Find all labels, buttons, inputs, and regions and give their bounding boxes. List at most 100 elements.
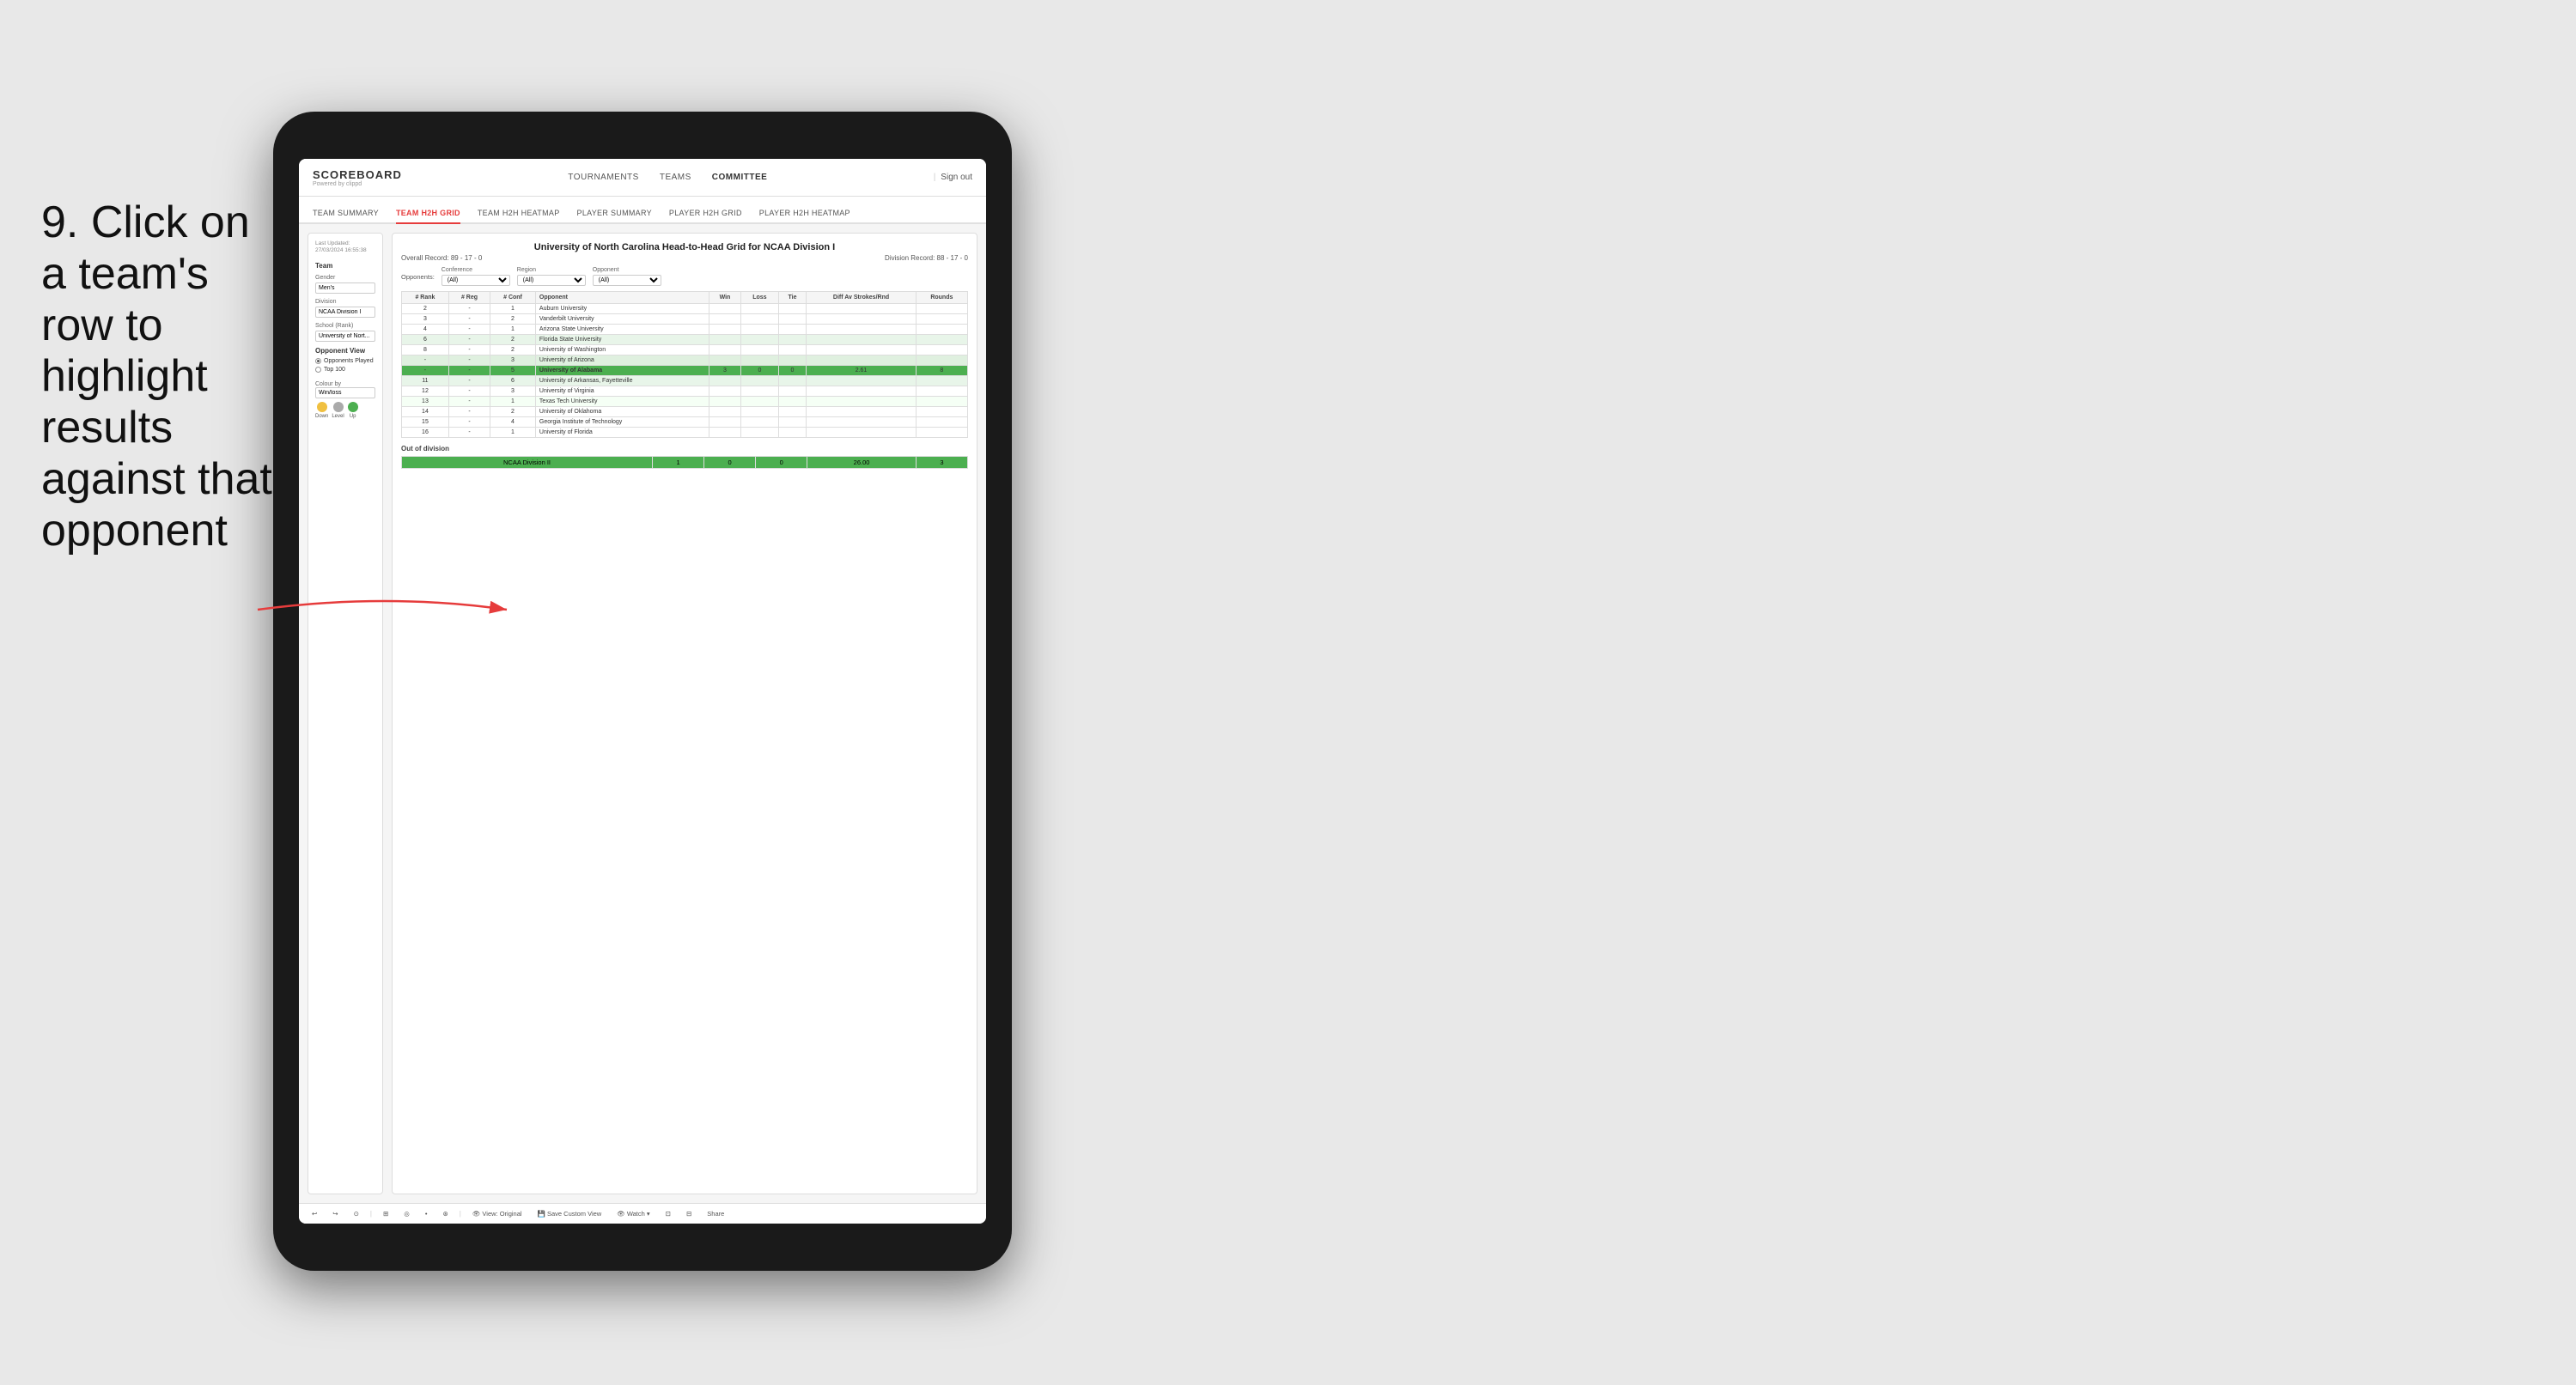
legend-level-label: Level — [332, 414, 344, 419]
overall-record: Overall Record: 89 - 17 - 0 — [401, 254, 482, 262]
clock-btn[interactable]: ⊛ — [438, 1207, 452, 1220]
out-of-division-section: Out of division NCAA Division II 1 0 0 2… — [401, 445, 968, 469]
legend-down: Down — [315, 402, 328, 419]
main-content: Last Updated: 27/03/2024 16:55:38 Team G… — [299, 224, 986, 1203]
legend-dots: Down Level Up — [315, 402, 375, 419]
nav-tournaments[interactable]: TOURNAMENTS — [568, 173, 639, 182]
watch-btn[interactable]: 👁 Watch ▾ — [612, 1207, 654, 1220]
division-record: Division Record: 88 - 17 - 0 — [885, 254, 968, 262]
colour-select[interactable]: Win/loss — [315, 387, 375, 398]
circle-btn[interactable]: ◎ — [399, 1207, 414, 1220]
opponent-view-section: Opponent View Opponents Played Top 100 — [315, 347, 375, 373]
save-custom-view-btn[interactable]: 💾 Save Custom View — [533, 1207, 606, 1220]
sidebar-gender-label: Gender — [315, 275, 375, 281]
logo-text: SCOREBOARD — [313, 168, 402, 181]
opponent-filter: Opponent (All) — [593, 267, 661, 286]
toolbar-sep1: | — [370, 1210, 372, 1218]
sub-nav: TEAM SUMMARY TEAM H2H GRID TEAM H2H HEAT… — [299, 197, 986, 224]
sign-out-link[interactable]: Sign out — [941, 173, 972, 182]
table-row[interactable]: 16 - 1 University of Florida — [402, 428, 968, 438]
col-win: Win — [709, 292, 740, 304]
tablet-frame: SCOREBOARD Powered by clippd TOURNAMENTS… — [273, 112, 1012, 1271]
subnav-player-summary[interactable]: PLAYER SUMMARY — [577, 209, 652, 224]
conference-filter: Conference (All) — [442, 267, 510, 286]
nav-committee[interactable]: COMMITTEE — [712, 173, 768, 182]
legend-up-label: Up — [350, 414, 356, 419]
reset-btn[interactable]: ⊙ — [350, 1207, 363, 1220]
subnav-player-h2h-heatmap[interactable]: PLAYER H2H HEATMAP — [759, 209, 850, 224]
table-row[interactable]: 3 - 2 Vanderbilt University — [402, 314, 968, 325]
col-opponent: Opponent — [535, 292, 709, 304]
table-row[interactable]: 15 - 4 Georgia Institute of Technology — [402, 417, 968, 428]
legend-down-label: Down — [315, 414, 328, 419]
table-row[interactable]: 4 - 1 Arizona State University — [402, 325, 968, 335]
sidebar-gender-select[interactable]: Men's — [315, 282, 375, 294]
col-rounds: Rounds — [916, 292, 967, 304]
table-row[interactable]: 12 - 3 University of Virginia — [402, 386, 968, 397]
table-row[interactable]: 2 - 1 Auburn University — [402, 304, 968, 314]
redo-btn[interactable]: ↪ — [328, 1207, 342, 1220]
table-row[interactable]: - - 3 University of Arizona — [402, 355, 968, 366]
share-btn[interactable]: Share — [703, 1207, 728, 1220]
ood-diff: 26.00 — [807, 457, 917, 469]
region-label: Region — [517, 267, 586, 273]
out-of-division-row[interactable]: NCAA Division II 1 0 0 26.00 3 — [402, 457, 968, 469]
sidebar-team-label: Team — [315, 262, 375, 270]
export-btn[interactable]: ⊟ — [682, 1207, 696, 1220]
sidebar-timestamp: Last Updated: 27/03/2024 16:55:38 — [315, 240, 375, 255]
grid-records: Overall Record: 89 - 17 - 0 Division Rec… — [401, 254, 968, 262]
opponents-label: Opponents: — [401, 273, 435, 281]
subnav-team-h2h-heatmap[interactable]: TEAM H2H HEATMAP — [478, 209, 560, 224]
dot-btn[interactable]: • — [421, 1207, 432, 1220]
radio-opponents-played[interactable]: Opponents Played — [315, 358, 375, 364]
region-select[interactable]: (All) — [517, 275, 586, 286]
radio-top100-label: Top 100 — [324, 367, 345, 373]
tablet-screen: SCOREBOARD Powered by clippd TOURNAMENTS… — [299, 159, 986, 1224]
sidebar-school-input[interactable] — [315, 331, 375, 342]
grid-btn[interactable]: ⊞ — [379, 1207, 393, 1220]
opponent-view-label: Opponent View — [315, 347, 375, 355]
legend-down-circle — [317, 402, 327, 412]
sidebar-division-field: Division NCAA Division I — [315, 299, 375, 318]
radio-opponents-played-dot — [315, 358, 321, 364]
sidebar-division-label: Division — [315, 299, 375, 305]
opponent-label: Opponent — [593, 267, 661, 273]
toolbar-sep2: | — [460, 1210, 461, 1218]
logo-area: SCOREBOARD Powered by clippd — [313, 168, 402, 187]
subnav-team-summary[interactable]: TEAM SUMMARY — [313, 209, 379, 224]
out-of-division-label: Out of division — [401, 445, 968, 453]
ood-loss: 0 — [704, 457, 756, 469]
table-row[interactable]: 6 - 2 Florida State University — [402, 335, 968, 345]
opponent-select[interactable]: (All) — [593, 275, 661, 286]
share-icon-btn[interactable]: ⊡ — [661, 1207, 675, 1220]
ood-division: NCAA Division II — [402, 457, 653, 469]
table-row[interactable]: 13 - 1 Texas Tech University — [402, 397, 968, 407]
table-row[interactable]: 8 - 2 University of Washington — [402, 345, 968, 355]
colour-section: Colour by Win/loss Down Level — [315, 380, 375, 419]
top-nav: SCOREBOARD Powered by clippd TOURNAMENTS… — [299, 159, 986, 197]
radio-top100[interactable]: Top 100 — [315, 367, 375, 373]
legend-up: Up — [348, 402, 358, 419]
sidebar-division-select[interactable]: NCAA Division I — [315, 307, 375, 318]
sidebar: Last Updated: 27/03/2024 16:55:38 Team G… — [308, 233, 383, 1194]
ood-rounds: 3 — [916, 457, 967, 469]
grid-title: University of North Carolina Head-to-Hea… — [401, 242, 968, 252]
undo-btn[interactable]: ↩ — [308, 1207, 321, 1220]
table-row[interactable]: 11 - 6 University of Arkansas, Fayettevi… — [402, 376, 968, 386]
col-reg: # Reg — [448, 292, 490, 304]
view-original-btn[interactable]: 👁 View: Original — [468, 1207, 527, 1220]
subnav-team-h2h-grid[interactable]: TEAM H2H GRID — [396, 209, 460, 224]
legend-level: Level — [332, 402, 344, 419]
col-rank: # Rank — [402, 292, 449, 304]
subnav-player-h2h-grid[interactable]: PLAYER H2H GRID — [669, 209, 742, 224]
filter-row: Opponents: Conference (All) Region (All) — [401, 267, 968, 286]
legend-level-circle — [333, 402, 344, 412]
nav-teams[interactable]: TEAMS — [660, 173, 691, 182]
radio-top100-dot — [315, 367, 321, 373]
h2h-table: # Rank # Reg # Conf Opponent Win Loss Ti… — [401, 291, 968, 438]
colour-label: Colour by — [315, 381, 341, 387]
table-row[interactable]: 14 - 2 University of Oklahoma — [402, 407, 968, 417]
table-row-alabama[interactable]: - - 5 University of Alabama 3 0 0 2.61 8 — [402, 366, 968, 376]
conference-select[interactable]: (All) — [442, 275, 510, 286]
toolbar: ↩ ↪ ⊙ | ⊞ ◎ • ⊛ | 👁 View: Original 💾 Sav… — [299, 1203, 986, 1224]
